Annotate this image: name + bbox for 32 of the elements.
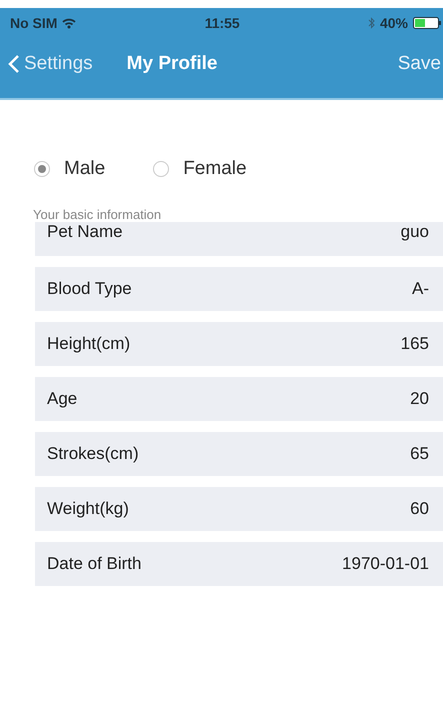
field-label: Date of Birth (47, 554, 142, 574)
field-label: Strokes(cm) (47, 444, 139, 464)
field-label: Pet Name (47, 222, 123, 242)
field-label: Weight(kg) (47, 499, 129, 519)
clock-time: 11:55 (204, 15, 240, 31)
field-value: guo (400, 222, 429, 242)
battery-percent: 40% (380, 15, 408, 31)
field-value: 60 (410, 499, 429, 519)
profile-row[interactable]: Height(cm) 165 (35, 322, 443, 366)
profile-row[interactable]: Strokes(cm) 65 (35, 432, 443, 476)
gender-radio[interactable]: Male (34, 158, 106, 180)
field-label: Age (47, 389, 78, 409)
page-title: My Profile (126, 53, 218, 75)
profile-row[interactable]: Pet Name guo (35, 222, 443, 256)
field-label: Height(cm) (47, 334, 130, 354)
gender-radio[interactable]: Female (153, 158, 247, 180)
profile-row[interactable]: Blood Type A- (35, 267, 443, 311)
field-label: Blood Type (47, 279, 132, 299)
field-value: A- (412, 279, 429, 299)
field-value: 1970-01-01 (342, 554, 429, 574)
field-value: 20 (410, 389, 429, 409)
wifi-icon (62, 18, 76, 28)
chevron-left-icon (8, 54, 20, 74)
section-header: Your basic information (33, 207, 162, 222)
profile-row[interactable]: Age 20 (35, 377, 443, 421)
profile-row[interactable]: Weight(kg) 60 (35, 487, 443, 531)
carrier-label: No SIM (10, 15, 76, 31)
bluetooth-icon (368, 17, 375, 29)
field-value: 165 (400, 334, 429, 354)
profile-row[interactable]: Date of Birth 1970-01-01 (35, 542, 443, 586)
field-value: 65 (410, 444, 429, 464)
battery-icon (413, 17, 443, 29)
